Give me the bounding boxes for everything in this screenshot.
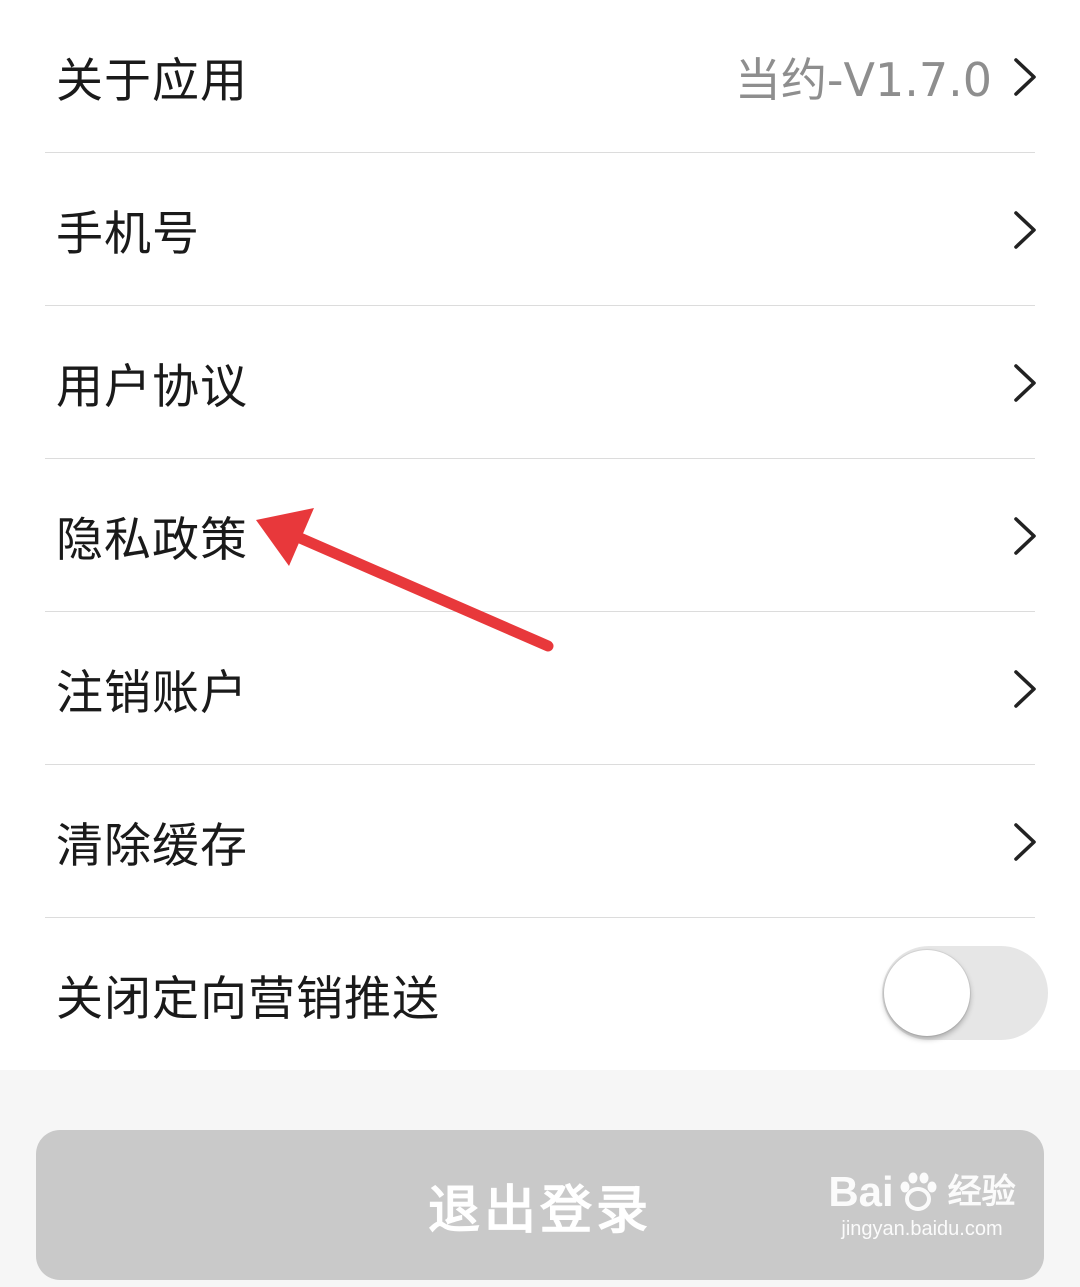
chevron-right-icon (1010, 514, 1040, 558)
watermark-logo: Bai 经验 (828, 1168, 1016, 1215)
settings-item-label: 清除缓存 (56, 819, 248, 874)
settings-item-about[interactable]: 关于应用 当约-V1.7.0 (0, 0, 1080, 153)
settings-item-label: 隐私政策 (56, 513, 248, 568)
chevron-right-icon (1010, 820, 1040, 864)
baidu-jingyan-watermark: Bai 经验 jingyan.baidu.com (822, 1170, 1022, 1270)
chevron-right-icon (1010, 667, 1040, 711)
chevron-right-icon (1010, 361, 1040, 405)
chevron-right-icon (1010, 208, 1040, 252)
settings-item-label: 关于应用 (56, 54, 248, 109)
chevron-right-icon (1010, 55, 1040, 99)
settings-item-delete-account[interactable]: 注销账户 (0, 612, 1080, 765)
settings-item-label: 注销账户 (56, 666, 248, 721)
settings-list: 关于应用 当约-V1.7.0 手机号 用户协议 隐私政策 注销账户 清除缓存 关… (0, 0, 1080, 1070)
marketing-push-toggle[interactable] (882, 946, 1048, 1040)
settings-item-label: 用户协议 (56, 360, 248, 415)
settings-item-clear-cache[interactable]: 清除缓存 (0, 765, 1080, 918)
toggle-knob (884, 950, 970, 1036)
watermark-url: jingyan.baidu.com (841, 1218, 1003, 1240)
settings-item-label: 手机号 (56, 207, 200, 262)
settings-item-privacy-policy[interactable]: 隐私政策 (0, 459, 1080, 612)
settings-screen: 关于应用 当约-V1.7.0 手机号 用户协议 隐私政策 注销账户 清除缓存 关… (0, 0, 1080, 1287)
settings-item-user-agreement[interactable]: 用户协议 (0, 306, 1080, 459)
settings-item-phone[interactable]: 手机号 (0, 153, 1080, 306)
app-version-value: 当约-V1.7.0 (734, 52, 992, 107)
settings-item-targeted-marketing: 关闭定向营销推送 (0, 918, 1080, 1070)
paw-icon (900, 1172, 937, 1211)
